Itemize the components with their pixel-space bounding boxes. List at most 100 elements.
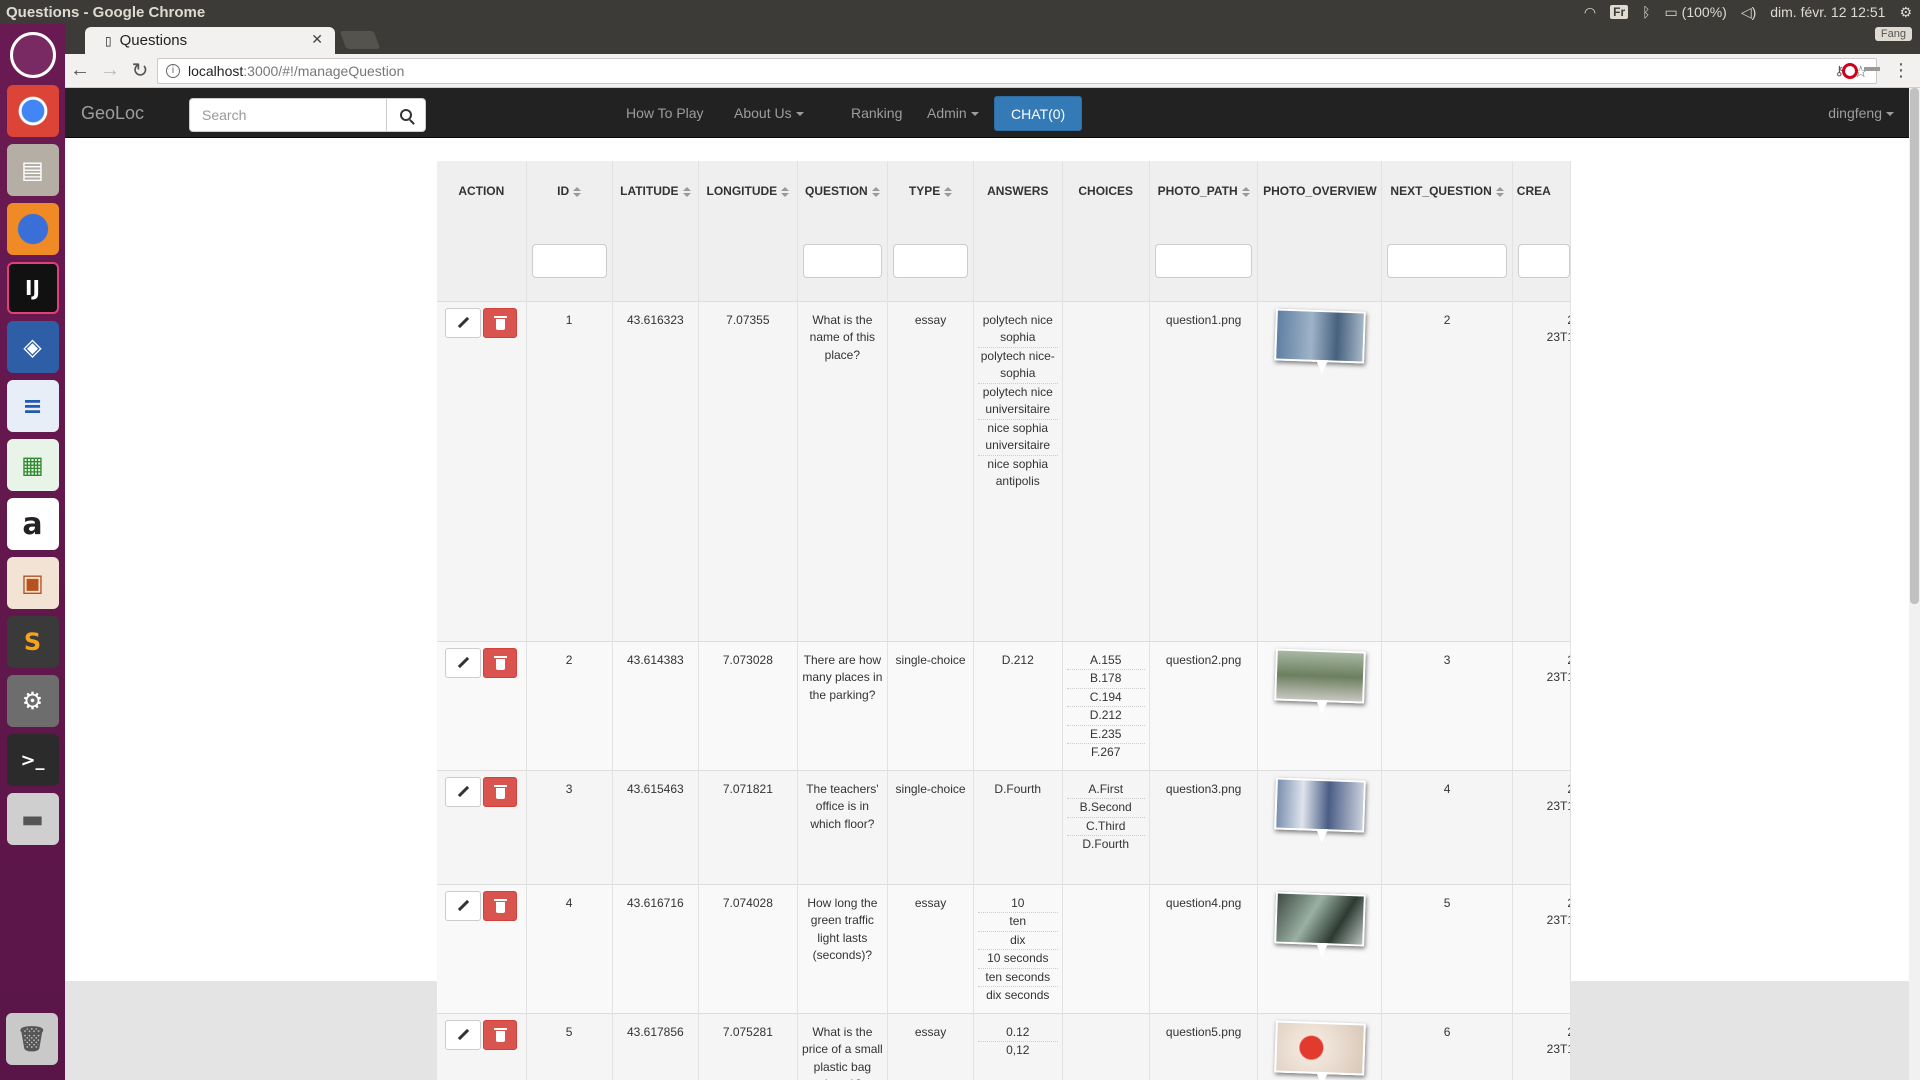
virtualbox-icon[interactable]: ◈: [6, 321, 59, 373]
column-header[interactable]: ID: [526, 161, 613, 221]
filter-cell: [887, 221, 974, 301]
nav-ranking[interactable]: Ranking: [836, 88, 917, 138]
next-question-value: 5: [1443, 895, 1451, 910]
profile-button[interactable]: Fang: [1874, 27, 1912, 41]
brand[interactable]: GeoLoc: [81, 103, 144, 124]
keyboard-layout-indicator[interactable]: Fr: [1610, 5, 1629, 19]
chrome-menu-icon[interactable]: ⋮: [1892, 60, 1910, 81]
bluetooth-icon[interactable]: ᛒ: [1642, 4, 1650, 20]
action-cell: [437, 640, 527, 770]
battery-indicator[interactable]: ▭ (100%): [1665, 4, 1727, 21]
column-header[interactable]: QUESTION: [797, 161, 889, 221]
nav-about-us-label: About Us: [734, 105, 792, 121]
choices-cell: [1062, 883, 1150, 1013]
photo-thumbnail[interactable]: [1273, 647, 1366, 704]
photo-thumbnail[interactable]: [1273, 307, 1366, 364]
next-question-filter-input[interactable]: [1387, 243, 1507, 278]
photo-overview-cell: [1257, 769, 1383, 884]
answer-item: polytech nice-sophia: [978, 348, 1058, 384]
photo-path-filter-input[interactable]: [1154, 243, 1253, 278]
id-value: 4: [565, 895, 573, 910]
clock[interactable]: dim. févr. 12 12:51: [1770, 4, 1885, 20]
chat-button[interactable]: CHAT(0): [994, 96, 1083, 131]
delete-button[interactable]: [483, 647, 518, 678]
scrollbar-thumb[interactable]: [1910, 88, 1919, 604]
tab-close-icon[interactable]: ✕: [311, 31, 323, 48]
column-header[interactable]: PHOTO_PATH: [1149, 161, 1259, 221]
nav-about-us[interactable]: About Us: [719, 88, 819, 138]
amazon-icon[interactable]: a: [6, 498, 59, 550]
nav-how-to-play[interactable]: How To Play: [611, 88, 719, 138]
filter-cell: [437, 221, 527, 301]
terminal-icon[interactable]: >_: [6, 734, 59, 786]
filter-cell: [526, 221, 613, 301]
edit-button[interactable]: [445, 647, 482, 678]
latitude-cell: 43.617856: [612, 1012, 700, 1080]
column-header[interactable]: LONGITUDE: [698, 161, 798, 221]
extension-2-icon[interactable]: [1864, 67, 1880, 71]
disk-icon[interactable]: ▬: [6, 793, 59, 845]
trash-icon[interactable]: 🗑: [6, 1013, 58, 1065]
delete-button[interactable]: [483, 776, 518, 807]
impress-icon[interactable]: ▣: [6, 557, 59, 609]
extension-icon[interactable]: [1842, 63, 1858, 79]
tab-strip: ▯ Questions ✕ Fang: [65, 24, 1920, 54]
site-info-icon[interactable]: i: [166, 64, 180, 78]
nav-admin[interactable]: Admin: [912, 88, 994, 138]
browser-tab-questions[interactable]: ▯ Questions ✕: [85, 27, 335, 54]
photo-thumbnail[interactable]: [1273, 1019, 1366, 1076]
edit-button[interactable]: [445, 1019, 482, 1050]
search-button[interactable]: [386, 98, 426, 132]
next-question-cell: 2: [1381, 300, 1513, 641]
column-header: ANSWERS: [973, 161, 1063, 221]
column-header[interactable]: NEXT_QUESTION: [1381, 161, 1513, 221]
choice-item: F.267: [1091, 745, 1121, 759]
browser-toolbar: ← → ↻ i localhost:3000/#!/manageQuestion…: [65, 54, 1920, 88]
volume-icon[interactable]: ◁): [1741, 4, 1756, 21]
question-text: How long the green traffic light lasts (…: [807, 895, 878, 963]
delete-button[interactable]: [483, 890, 518, 921]
id-value: 5: [565, 1024, 573, 1039]
back-icon[interactable]: ←: [65, 59, 95, 82]
forward-icon[interactable]: →: [95, 59, 125, 82]
question-filter-input[interactable]: [802, 243, 883, 278]
type-filter-input[interactable]: [893, 243, 968, 278]
column-header[interactable]: TYPE: [887, 161, 974, 221]
id-cell: 2: [526, 640, 613, 770]
reload-icon[interactable]: ↻: [125, 58, 155, 83]
question-text: What is the name of this place?: [809, 312, 876, 362]
created-filter-input[interactable]: [1517, 243, 1570, 278]
id-filter-input[interactable]: [531, 243, 607, 278]
wifi-icon[interactable]: ◠: [1584, 4, 1596, 21]
edit-button[interactable]: [445, 776, 482, 807]
settings-icon[interactable]: ⚙: [6, 675, 59, 727]
sort-icon: [871, 186, 880, 197]
table-row: 4 43.616716 7.074028 How long the green tra…: [437, 883, 1571, 1013]
questions-table-container[interactable]: ACTION ID LATITUDE LONGITUDE QUESTION TY…: [437, 161, 1571, 1080]
intellij-icon[interactable]: IJ: [6, 262, 59, 314]
files-icon[interactable]: ▤: [6, 144, 59, 196]
column-header[interactable]: CREA: [1512, 161, 1571, 221]
column-header[interactable]: LATITUDE: [612, 161, 700, 221]
ubuntu-dash-icon[interactable]: [9, 32, 56, 78]
photo-thumbnail[interactable]: [1273, 776, 1366, 833]
sublime-icon[interactable]: S: [6, 616, 59, 668]
scrollbar[interactable]: [1909, 88, 1920, 1080]
firefox-icon[interactable]: [6, 203, 59, 255]
chrome-icon[interactable]: [6, 85, 59, 137]
power-gear-icon[interactable]: ⚙: [1899, 4, 1912, 21]
photo-thumbnail[interactable]: [1273, 890, 1366, 947]
delete-button[interactable]: [483, 307, 518, 338]
url-path: :3000/#!/manageQuestion: [243, 63, 405, 79]
address-bar[interactable]: i localhost:3000/#!/manageQuestion ⚷ ☆: [157, 58, 1877, 84]
writer-icon[interactable]: ≡: [6, 380, 59, 432]
edit-button[interactable]: [445, 307, 482, 338]
user-menu[interactable]: dingfeng: [1813, 88, 1909, 138]
nav-admin-label: Admin: [927, 105, 967, 121]
search-input[interactable]: Search: [189, 98, 387, 132]
new-tab-button[interactable]: [339, 31, 381, 49]
edit-button[interactable]: [445, 890, 482, 921]
column-label: CREA: [1516, 184, 1551, 198]
calc-icon[interactable]: ▦: [6, 439, 59, 491]
delete-button[interactable]: [483, 1019, 518, 1050]
